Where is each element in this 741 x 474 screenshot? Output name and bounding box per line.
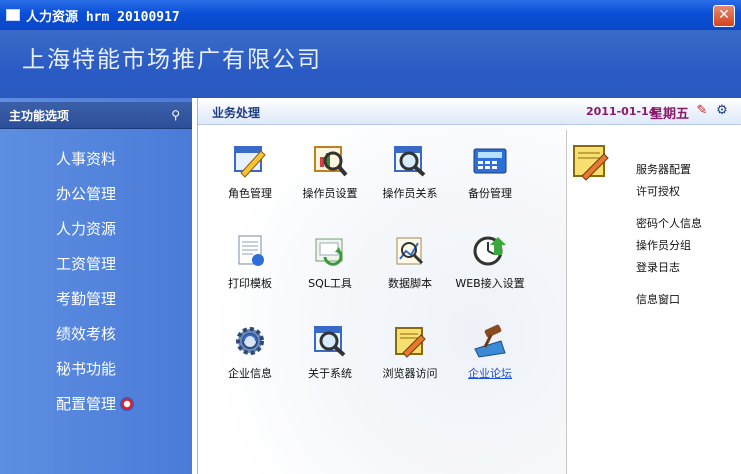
panel-divider [566, 130, 567, 474]
magnifier-window-icon [311, 323, 349, 359]
script-magnifier-icon [391, 233, 429, 269]
tile-company-info[interactable]: 企业信息 [206, 323, 294, 381]
tile-web-access-settings[interactable]: WEB接入设置 [446, 233, 534, 291]
tile-label: 角色管理 [228, 187, 272, 200]
main-header: 业务处理 2011-01-14 星期五 ✎ ⚙ [198, 98, 741, 125]
close-button[interactable]: ✕ [713, 5, 735, 27]
pencil-window-icon [231, 143, 269, 179]
sidebar-item-performance[interactable]: 绩效考核 [56, 323, 116, 344]
pencil-paper-icon [391, 323, 429, 359]
workspace: 角色管理 操作员设置 操作员关系 备份管理 打印模板 SQL工具 数据脚本 WE… [198, 125, 566, 474]
tile-label: WEB接入设置 [455, 277, 525, 290]
window-title: 人力资源 hrm 20100917 [26, 10, 180, 25]
current-weekday: 星期五 [650, 107, 690, 122]
close-icon: ✕ [718, 7, 730, 23]
tile-backup-management[interactable]: 备份管理 [446, 143, 534, 201]
gear-icon [231, 323, 269, 359]
link-login-log[interactable]: 登录日志 [636, 259, 680, 275]
sidebar-title: 主功能选项 [9, 109, 70, 123]
sidebar-item-hr[interactable]: 人力资源 [56, 218, 116, 239]
pin-icon[interactable]: ⚲ [171, 108, 180, 122]
main-title: 业务处理 [212, 106, 261, 120]
tile-label: SQL工具 [308, 277, 352, 290]
tile-sql-tool[interactable]: SQL工具 [286, 233, 374, 291]
gavel-icon [471, 323, 509, 359]
tile-label: 企业论坛 [468, 367, 512, 380]
sidebar-item-salary[interactable]: 工资管理 [56, 253, 116, 274]
tile-label: 打印模板 [228, 277, 272, 290]
sidebar-item-personnel[interactable]: 人事资料 [56, 148, 116, 169]
main-panel: 业务处理 2011-01-14 星期五 ✎ ⚙ 角色管理 操作员设置 操作员关系 [197, 98, 741, 474]
sidebar-item-config[interactable]: 配置管理 [56, 393, 135, 414]
sidebar-item-secretary[interactable]: 秘书功能 [56, 358, 116, 379]
tile-about-system[interactable]: 关于系统 [286, 323, 374, 381]
sidebar: 主功能选项 ⚲ 人事资料 办公管理 人力资源 工资管理 考勤管理 绩效考核 秘书… [0, 98, 192, 474]
link-password-profile[interactable]: 密码个人信息 [636, 215, 702, 231]
tile-operator-relations[interactable]: 操作员关系 [366, 143, 454, 201]
tile-operator-settings[interactable]: 操作员设置 [286, 143, 374, 201]
sidebar-item-label: 配置管理 [56, 395, 117, 413]
company-name: 上海特能市场推广有限公司 [22, 47, 322, 73]
header-banner: 上海特能市场推广有限公司 [0, 30, 741, 98]
link-info-window[interactable]: 信息窗口 [636, 291, 680, 307]
tile-browser-access[interactable]: 浏览器访问 [366, 323, 454, 381]
tile-label: 操作员设置 [302, 187, 358, 200]
tile-label: 数据脚本 [388, 277, 432, 290]
clock-arrow-icon [471, 233, 509, 269]
tile-label: 企业信息 [228, 367, 272, 380]
tile-print-template[interactable]: 打印模板 [206, 233, 294, 291]
tile-data-script[interactable]: 数据脚本 [366, 233, 454, 291]
current-date: 2011-01-14 [586, 105, 657, 118]
settings-ring-icon [120, 397, 135, 411]
sidebar-item-attendance[interactable]: 考勤管理 [56, 288, 116, 309]
calculator-icon [471, 143, 509, 179]
settings-icon[interactable]: ⚙ [714, 103, 730, 119]
tile-label: 关于系统 [308, 367, 352, 380]
magnifier-window-icon [391, 143, 429, 179]
link-operator-groups[interactable]: 操作员分组 [636, 237, 691, 253]
edit-icon[interactable]: ✎ [694, 103, 710, 119]
app-window-icon [6, 9, 20, 21]
tile-role-management[interactable]: 角色管理 [206, 143, 294, 201]
link-license[interactable]: 许可授权 [636, 183, 680, 199]
pencil-paper-icon [570, 142, 612, 182]
sidebar-header: 主功能选项 ⚲ [0, 102, 192, 129]
window-titlebar: 人力资源 hrm 20100917 ✕ [0, 0, 741, 30]
sql-tool-icon [311, 233, 349, 269]
tile-label: 备份管理 [468, 187, 512, 200]
document-icon [231, 233, 269, 269]
sidebar-item-office[interactable]: 办公管理 [56, 183, 116, 204]
magnifier-chart-icon [311, 143, 349, 179]
link-server-config[interactable]: 服务器配置 [636, 161, 691, 177]
tile-label: 浏览器访问 [382, 367, 438, 380]
tile-company-forum[interactable]: 企业论坛 [446, 323, 534, 381]
tile-label: 操作员关系 [382, 187, 438, 200]
